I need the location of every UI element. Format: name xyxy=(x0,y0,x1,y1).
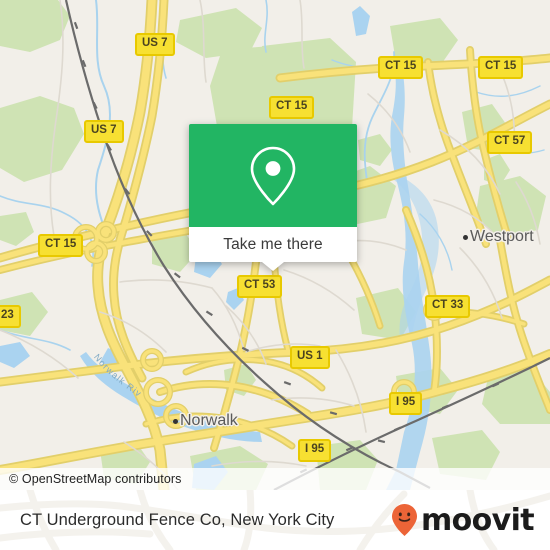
road-shield-i-95-right: I 95 xyxy=(389,392,423,415)
road-shield-ct-15-upper-right: CT 15 xyxy=(378,56,424,79)
moovit-smiley-pin-icon xyxy=(391,504,417,536)
road-shield-ct-33: CT 33 xyxy=(425,295,471,318)
location-title-text: CT Underground Fence Co, New York City xyxy=(20,510,335,529)
road-shield-ct-53: CT 53 xyxy=(237,275,283,298)
road-shield-ct-15-top: CT 15 xyxy=(269,96,315,119)
map-pin-icon xyxy=(250,146,296,205)
location-title: CT Underground Fence Co, New York City xyxy=(20,490,334,550)
popup-action-bar[interactable]: Take me there xyxy=(189,227,357,262)
road-shield-ct-15-far-right: CT 15 xyxy=(478,56,524,79)
attribution-text: © OpenStreetMap contributors xyxy=(9,472,182,486)
road-shield-ct-15-left: CT 15 xyxy=(38,234,84,257)
place-label-norwalk: Norwalk xyxy=(180,412,238,429)
moovit-wordmark: moovit xyxy=(420,502,535,538)
map-attribution: © OpenStreetMap contributors xyxy=(0,468,550,490)
map-screenshot: Norwalk River US 7CT 15CT 15CT 15CT 57US… xyxy=(0,0,550,550)
take-me-there-label: Take me there xyxy=(223,235,323,253)
road-shield-us-1: US 1 xyxy=(290,346,330,369)
road-shield-us-7-north: US 7 xyxy=(135,33,175,56)
place-label-norwalk-dot xyxy=(173,419,178,424)
popup-pointer-tail xyxy=(262,262,284,271)
road-shield-i-95-lower: I 95 xyxy=(298,439,332,462)
road-shield-23: 23 xyxy=(0,305,21,328)
popup-header xyxy=(189,124,357,227)
road-shield-us-7-west: US 7 xyxy=(84,120,124,143)
location-popup-card[interactable]: Take me there xyxy=(189,124,357,271)
moovit-brand[interactable]: moovit xyxy=(391,490,535,550)
bottom-info-bar: CT Underground Fence Co, New York City m… xyxy=(0,490,550,550)
map-canvas[interactable]: Norwalk River US 7CT 15CT 15CT 15CT 57US… xyxy=(0,0,550,490)
road-shield-ct-57: CT 57 xyxy=(487,131,533,154)
place-label-westport-dot xyxy=(463,235,468,240)
place-label-westport: Westport xyxy=(470,228,534,245)
